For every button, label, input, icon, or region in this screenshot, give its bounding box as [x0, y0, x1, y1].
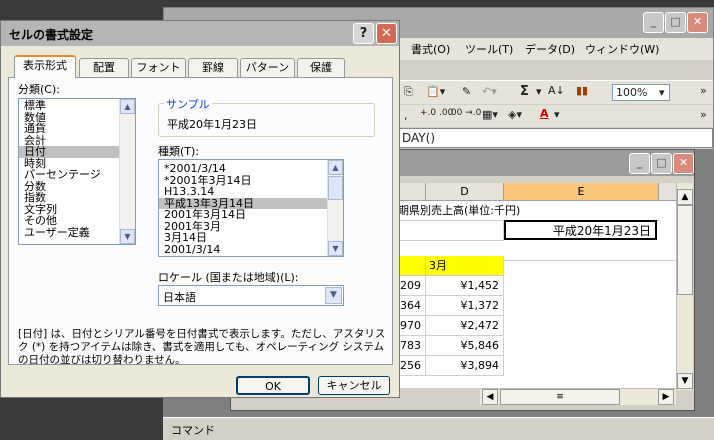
autosum-icon[interactable]: Σ	[520, 84, 529, 99]
scroll-down-icon[interactable]: ▼	[120, 229, 135, 244]
type-listbox[interactable]: *2001/3/14 *2001年3月14日 H13.3.14 平成13年3月1…	[158, 159, 344, 257]
table-cell[interactable]: ¥2,472	[426, 316, 504, 336]
chevron-down-icon[interactable]: ▼	[325, 287, 342, 304]
sample-label: サンプル	[164, 96, 212, 112]
toolbar-options-icon[interactable]: »	[700, 84, 707, 97]
chart-wizard-icon[interactable]: ▮▮	[576, 84, 588, 97]
list-item[interactable]: 2001年3月14日	[159, 209, 343, 221]
list-item-selected[interactable]: 日付	[19, 146, 135, 158]
sort-ascending-icon[interactable]: A↓	[548, 84, 565, 97]
minimize-icon[interactable]: _	[629, 153, 650, 174]
comma-style-icon[interactable]: ,	[404, 109, 408, 122]
decrease-decimal-icon[interactable]: .00 →.0	[448, 108, 481, 118]
menu-data[interactable]: データ(D)	[525, 41, 575, 57]
help-icon[interactable]: ?	[353, 23, 374, 44]
category-scrollbar[interactable]: ▲ ▼	[119, 99, 135, 244]
table-cell[interactable]: ¥1,452	[426, 276, 504, 296]
status-bar: コマンド	[163, 417, 714, 440]
dialog-title: セルの書式設定	[9, 28, 94, 42]
dialog-title-bar: セルの書式設定 ? ✕	[1, 21, 399, 46]
tab-patterns[interactable]: パターン	[240, 58, 295, 77]
maximize-icon[interactable]: □	[665, 12, 686, 33]
scroll-thumb[interactable]	[677, 205, 693, 295]
list-item[interactable]: ユーザー定義	[19, 227, 135, 239]
tab-border[interactable]: 罫線	[188, 58, 238, 77]
sample-value: 平成20年1月23日	[167, 118, 257, 131]
tab-font[interactable]: フォント	[131, 58, 186, 77]
scroll-left-icon[interactable]: ◀	[482, 389, 498, 405]
scroll-up-icon[interactable]: ▲	[677, 189, 693, 205]
status-text: コマンド	[171, 424, 215, 437]
formula-text: DAY()	[402, 131, 435, 145]
fill-color-icon[interactable]: ◈▾	[508, 108, 522, 121]
list-item[interactable]: 通貨	[19, 123, 135, 135]
locale-label: ロケール (国または地域)(L):	[158, 271, 299, 284]
borders-icon[interactable]: ▦▾	[482, 108, 498, 121]
table-cell[interactable]: ¥5,846	[426, 336, 504, 356]
menu-window[interactable]: ウィンドウ(W)	[585, 41, 659, 57]
toolbar-options-icon[interactable]: »	[700, 108, 707, 121]
tab-protection[interactable]: 保護	[297, 58, 345, 77]
maximize-icon[interactable]: □	[651, 153, 672, 174]
undo-icon[interactable]: ↶▾	[482, 85, 497, 98]
format-painter-icon[interactable]: ✎	[462, 85, 471, 98]
tab-number[interactable]: 表示形式	[14, 55, 76, 78]
type-label: 種類(T):	[158, 145, 200, 158]
scroll-thumb[interactable]: ≡	[500, 389, 620, 405]
scroll-down-icon[interactable]: ▼	[328, 241, 343, 256]
horizontal-scrollbar[interactable]: ◀ ≡ ▶	[480, 388, 676, 405]
list-item[interactable]: 標準	[19, 100, 135, 112]
dropdown-icon[interactable]: ▾	[536, 85, 542, 98]
scroll-up-icon[interactable]: ▲	[120, 99, 135, 114]
selected-date-cell[interactable]: 平成20年1月23日	[504, 220, 657, 240]
month-header-cell[interactable]: 3月	[426, 256, 504, 276]
column-header-f[interactable]	[659, 183, 677, 201]
close-icon[interactable]: ✕	[376, 23, 397, 44]
scroll-down-icon[interactable]: ▼	[677, 373, 693, 389]
chevron-down-icon: ▾	[659, 86, 665, 99]
type-scrollbar[interactable]: ▲ ▼	[327, 160, 343, 256]
list-item[interactable]: その他	[19, 215, 135, 227]
list-item[interactable]: 指数	[19, 192, 135, 204]
close-icon[interactable]: ✕	[687, 12, 708, 33]
close-icon[interactable]: ✕	[673, 153, 694, 174]
table-cell[interactable]: ¥3,894	[426, 356, 504, 376]
menu-format[interactable]: 書式(O)	[411, 41, 450, 57]
category-label: 分類(C):	[18, 83, 60, 96]
ok-button[interactable]: OK	[236, 376, 310, 395]
scroll-thumb[interactable]	[328, 176, 343, 200]
description-text: [日付] は、日付とシリアル番号を日付書式で表示します。ただし、アスタリスク (…	[18, 328, 386, 366]
locale-value: 日本語	[163, 291, 196, 304]
list-item[interactable]: 2001/3/14	[159, 244, 343, 256]
tab-alignment[interactable]: 配置	[79, 58, 129, 77]
zoom-select[interactable]: 100% ▾	[612, 84, 670, 101]
minimize-icon[interactable]: _	[643, 12, 664, 33]
copy-icon[interactable]: ⎘	[404, 85, 413, 99]
column-header-d[interactable]: D	[426, 183, 504, 201]
list-item[interactable]: 3月14日	[159, 232, 343, 244]
locale-select[interactable]: 日本語 ▼	[158, 285, 344, 306]
table-cell[interactable]: ¥1,372	[426, 296, 504, 316]
column-header-e[interactable]: E	[504, 183, 659, 201]
category-listbox[interactable]: 標準 数値 通貨 会計 日付 時刻 パーセンテージ 分数 指数 文字列 その他 …	[18, 98, 136, 245]
zoom-value: 100%	[616, 86, 648, 99]
list-item[interactable]: H13.3.14	[159, 186, 343, 198]
format-cells-dialog: セルの書式設定 ? ✕ 表示形式 配置 フォント 罫線 パターン 保護 分類(C…	[0, 20, 400, 398]
scroll-up-icon[interactable]: ▲	[328, 160, 343, 175]
paste-icon[interactable]: 📋▾	[426, 85, 445, 98]
list-item[interactable]: *2001/3/14	[159, 163, 343, 175]
list-item[interactable]: パーセンテージ	[19, 169, 135, 181]
vertical-scrollbar[interactable]: ▲ ▼	[676, 183, 693, 390]
menu-tools[interactable]: ツール(T)	[465, 41, 513, 57]
cancel-button[interactable]: キャンセル	[318, 376, 390, 395]
chevron-down-icon[interactable]: ▾	[554, 108, 560, 121]
font-color-icon[interactable]: A	[540, 107, 549, 120]
scroll-right-icon[interactable]: ▶	[658, 389, 674, 405]
